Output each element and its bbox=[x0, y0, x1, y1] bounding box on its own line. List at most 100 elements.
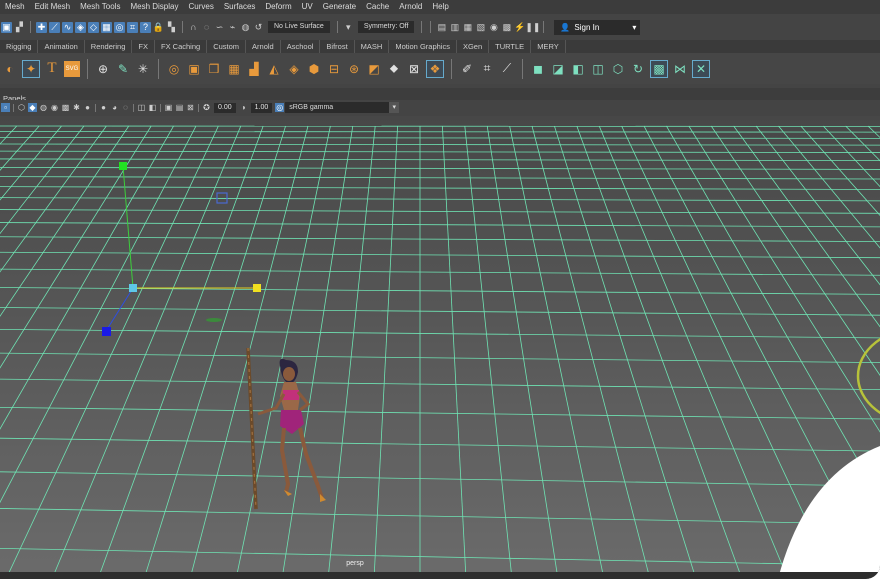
lights-icon[interactable]: ✱ bbox=[72, 103, 81, 112]
deformer-icon[interactable]: ◐ bbox=[2, 61, 18, 77]
layers-icon[interactable]: ◈ bbox=[286, 61, 302, 77]
collider-icon[interactable]: ◪ bbox=[550, 61, 566, 77]
menu-mesh-display[interactable]: Mesh Display bbox=[125, 0, 183, 14]
flat-icon[interactable]: ⬥ bbox=[386, 61, 402, 77]
motion-blur-icon[interactable]: ◕ bbox=[110, 103, 119, 112]
frame-icon[interactable]: ⊠ bbox=[406, 61, 422, 77]
z-axis-tip[interactable] bbox=[102, 327, 111, 336]
render-frame-icon[interactable]: ▥ bbox=[449, 22, 460, 33]
resolution-gate-icon[interactable]: ▣ bbox=[164, 103, 173, 112]
color-space-dropdown[interactable]: sRGB gamma ▾ bbox=[285, 102, 400, 113]
lasso-icon[interactable]: ◌ bbox=[201, 22, 212, 33]
viewport-canvas[interactable] bbox=[0, 116, 880, 579]
tab-arnold[interactable]: Arnold bbox=[246, 40, 281, 53]
shaded-wire-icon[interactable]: ◍ bbox=[39, 103, 48, 112]
group-icon[interactable]: ❖ bbox=[426, 59, 444, 78]
tab-aschool[interactable]: Aschool bbox=[281, 40, 321, 53]
color-management-icon[interactable]: ◎ bbox=[275, 103, 285, 112]
xray-icon[interactable]: ◧ bbox=[148, 103, 157, 112]
menu-curves[interactable]: Curves bbox=[183, 0, 218, 14]
render-settings-icon[interactable]: ▧ bbox=[475, 22, 486, 33]
menu-help[interactable]: Help bbox=[427, 0, 453, 14]
tab-motion-graphics[interactable]: Motion Graphics bbox=[389, 40, 457, 53]
bounding-box-icon[interactable]: ⌗ bbox=[479, 61, 495, 77]
select-by-hierarchy-icon[interactable]: ▣ bbox=[1, 21, 12, 33]
menu-surfaces[interactable]: Surfaces bbox=[219, 0, 261, 14]
film-gate-icon[interactable]: ▤ bbox=[175, 103, 184, 112]
tab-mery[interactable]: MERY bbox=[531, 40, 566, 53]
menu-generate[interactable]: Generate bbox=[318, 0, 361, 14]
view-snap-icon[interactable]: ◈ bbox=[75, 21, 86, 33]
ipr-render-icon[interactable]: ▦ bbox=[462, 22, 473, 33]
default-material-icon[interactable]: ◉ bbox=[50, 103, 59, 112]
mesh-icon[interactable]: ▣ bbox=[186, 61, 202, 77]
menu-uv[interactable]: UV bbox=[297, 0, 318, 14]
spring-icon[interactable]: ⋈ bbox=[672, 61, 688, 77]
transform-icon[interactable]: ◩ bbox=[366, 61, 382, 77]
menu-mesh-tools[interactable]: Mesh Tools bbox=[75, 0, 125, 14]
star-icon[interactable]: ✦ bbox=[22, 59, 40, 78]
menu-cache[interactable]: Cache bbox=[361, 0, 394, 14]
ncloth-icon[interactable]: ◼ bbox=[530, 61, 546, 77]
ambient-occlusion-icon[interactable]: ● bbox=[99, 103, 108, 112]
arnold-render-icon[interactable]: ▩ bbox=[501, 22, 512, 33]
tab-custom[interactable]: Custom bbox=[207, 40, 247, 53]
checker-icon[interactable]: ▩ bbox=[650, 59, 668, 78]
x-axis-tip[interactable] bbox=[253, 284, 261, 292]
menu-arnold[interactable]: Arnold bbox=[394, 0, 427, 14]
grid-snap-icon[interactable]: ▦ bbox=[101, 21, 112, 33]
constraint-icon[interactable]: ◫ bbox=[590, 61, 606, 77]
paint-icon[interactable]: ⟋ bbox=[499, 61, 515, 77]
menu-edit-mesh[interactable]: Edit Mesh bbox=[30, 0, 76, 14]
menu-deform[interactable]: Deform bbox=[260, 0, 296, 14]
instance-icon[interactable]: ◎ bbox=[166, 61, 182, 77]
paint-select-icon[interactable]: ⌁ bbox=[227, 22, 238, 33]
cluster-icon[interactable]: ✎ bbox=[115, 61, 131, 77]
curve-snap-icon[interactable]: ⟋ bbox=[49, 21, 60, 33]
distribute-icon[interactable]: ⊟ bbox=[326, 61, 342, 77]
curve-icon[interactable]: ∽ bbox=[214, 22, 225, 33]
hypershade-icon[interactable]: ◉ bbox=[488, 22, 499, 33]
center-handle[interactable] bbox=[129, 284, 137, 292]
tab-rigging[interactable]: Rigging bbox=[0, 40, 39, 53]
pause-icon[interactable]: ❚❚ bbox=[525, 22, 540, 33]
exposure-field[interactable]: 0.00 bbox=[214, 102, 236, 113]
pencil-icon[interactable]: ✐ bbox=[459, 61, 475, 77]
plane-snap-icon[interactable]: ◇ bbox=[88, 21, 99, 33]
text-icon[interactable]: T bbox=[44, 60, 60, 77]
wind-icon[interactable]: ↻ bbox=[630, 61, 646, 77]
exposure-icon[interactable]: ✪ bbox=[202, 103, 211, 112]
gamma-icon[interactable]: ◑ bbox=[239, 103, 248, 112]
symmetry-dropdown[interactable]: Symmetry: Off bbox=[357, 21, 415, 33]
sign-in-button[interactable]: 👤 Sign In ▾ bbox=[554, 19, 641, 35]
tab-fx[interactable]: FX bbox=[132, 40, 155, 53]
cube-dynamic-icon[interactable]: ⬡ bbox=[610, 61, 626, 77]
tab-bifrost[interactable]: Bifrost bbox=[320, 40, 355, 53]
shadows-icon[interactable]: ● bbox=[83, 103, 92, 112]
gamma-field[interactable]: 1.00 bbox=[250, 102, 273, 113]
select-by-object-icon[interactable]: ▞ bbox=[14, 22, 25, 33]
point-snap-icon[interactable]: ∿ bbox=[62, 21, 73, 33]
cross-icon[interactable]: ✕ bbox=[692, 59, 710, 78]
locator-icon[interactable]: ⊕ bbox=[95, 61, 111, 77]
magnet-icon[interactable]: ∩ bbox=[188, 22, 199, 33]
arnold-ipr-icon[interactable]: ⚡ bbox=[514, 22, 525, 33]
smooth-shade-icon[interactable]: ◆ bbox=[28, 103, 37, 112]
question-icon[interactable]: ? bbox=[140, 21, 151, 33]
soft-select-icon[interactable]: ◍ bbox=[240, 22, 251, 33]
isolate-icon[interactable]: ◫ bbox=[137, 103, 146, 112]
wireframe-icon[interactable]: ⬡ bbox=[17, 103, 26, 112]
render-view-icon[interactable]: ▤ bbox=[436, 22, 447, 33]
tab-xgen[interactable]: XGen bbox=[457, 40, 490, 53]
nrigid-icon[interactable]: ◧ bbox=[570, 61, 586, 77]
antialias-icon[interactable]: ◌ bbox=[121, 103, 130, 112]
tab-fx-caching[interactable]: FX Caching bbox=[155, 40, 208, 53]
sphere-icon[interactable]: ⊛ bbox=[346, 61, 362, 77]
tab-mash[interactable]: MASH bbox=[355, 40, 390, 53]
move-snap-icon[interactable]: ✚ bbox=[36, 21, 47, 33]
camera-icon[interactable]: ▫ bbox=[1, 103, 10, 112]
reflection-icon[interactable]: ↺ bbox=[253, 22, 264, 33]
svg-icon[interactable]: SVG bbox=[64, 60, 80, 77]
live-surface-dropdown[interactable]: No Live Surface bbox=[268, 21, 330, 33]
tab-animation[interactable]: Animation bbox=[38, 40, 85, 53]
